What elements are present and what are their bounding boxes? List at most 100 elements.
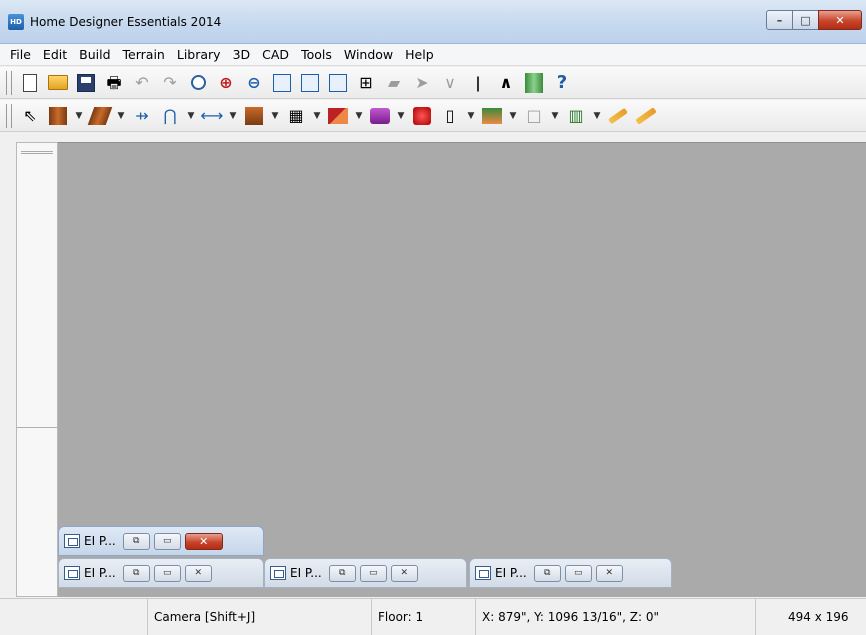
menu-terrain[interactable]: Terrain bbox=[117, 45, 171, 65]
break-wall-icon[interactable]: ⇸ bbox=[130, 104, 154, 128]
library-icon[interactable] bbox=[522, 71, 546, 95]
pencil-tool-icon[interactable] bbox=[634, 104, 658, 128]
mdi-tab[interactable]: EI P... ⧉ ▭ ✕ bbox=[469, 558, 672, 588]
restore-button[interactable]: ⧉ bbox=[122, 564, 150, 582]
app-window: HD Home Designer Essentials 2014 – □ ✕ F… bbox=[0, 0, 866, 635]
menu-help[interactable]: Help bbox=[399, 45, 440, 65]
left-tool-strip bbox=[16, 142, 58, 597]
wall-hide-icon[interactable]: ▰ bbox=[382, 71, 406, 95]
app-logo-icon: HD bbox=[8, 14, 24, 30]
cabinet-tool-icon[interactable] bbox=[242, 104, 266, 128]
chevron-down-icon[interactable]: ▼ bbox=[592, 111, 602, 121]
save-icon[interactable] bbox=[74, 71, 98, 95]
menu-tools[interactable]: Tools bbox=[295, 45, 338, 65]
select-objects-icon[interactable]: ⇖ bbox=[18, 104, 42, 128]
fill-window-icon[interactable] bbox=[298, 71, 322, 95]
dimension-tool-icon[interactable]: ⟷ bbox=[200, 104, 224, 128]
minimize-button[interactable]: – bbox=[766, 10, 793, 30]
build-toolbar: ⇖ ▼ ▼ ⇸ ⋂ ▼ ⟷ ▼ ▼ ▦ ▼ ▼ ▼ ▯ ▼ ▼ □ ▼ ▥ ▼ bbox=[0, 100, 866, 132]
mdi-tab[interactable]: EI P... ⧉ ▭ ✕ bbox=[264, 558, 467, 588]
fill-window-all-icon[interactable] bbox=[326, 71, 350, 95]
window-tool-icon[interactable]: ▦ bbox=[284, 104, 308, 128]
close-button[interactable]: ✕ bbox=[184, 564, 212, 582]
chevron-down-icon[interactable]: ▼ bbox=[270, 111, 280, 121]
menu-library[interactable]: Library bbox=[171, 45, 227, 65]
close-button[interactable]: ✕ bbox=[390, 564, 418, 582]
chevron-down-icon[interactable]: ▼ bbox=[74, 111, 84, 121]
pan-icon[interactable]: ⊞ bbox=[354, 71, 378, 95]
box-tool-icon[interactable]: □ bbox=[522, 104, 546, 128]
title-bar[interactable]: HD Home Designer Essentials 2014 – □ ✕ bbox=[0, 0, 866, 44]
maximize-button[interactable]: ▭ bbox=[564, 564, 592, 582]
close-button[interactable]: ✕ bbox=[595, 564, 623, 582]
undo-icon[interactable]: ↶ bbox=[130, 71, 154, 95]
new-document-icon[interactable] bbox=[18, 71, 42, 95]
menu-window[interactable]: Window bbox=[338, 45, 399, 65]
menu-edit[interactable]: Edit bbox=[37, 45, 73, 65]
redo-icon[interactable]: ↷ bbox=[158, 71, 182, 95]
status-coordinates: X: 879", Y: 1096 13/16", Z: 0" bbox=[476, 599, 756, 635]
chevron-down-icon[interactable]: ▼ bbox=[396, 111, 406, 121]
up-floor-icon[interactable]: ǀ bbox=[466, 71, 490, 95]
restore-button[interactable]: ⧉ bbox=[122, 532, 150, 550]
fence-tool-icon[interactable]: ▥ bbox=[564, 104, 588, 128]
maximize-button[interactable]: □ bbox=[792, 10, 819, 30]
menu-build[interactable]: Build bbox=[73, 45, 116, 65]
mdi-tab-label: EI P... bbox=[84, 566, 116, 580]
status-mode: Camera [Shift+J] bbox=[148, 599, 372, 635]
chevron-down-icon[interactable]: ▼ bbox=[228, 111, 238, 121]
up-arrow-icon[interactable]: ∧ bbox=[494, 71, 518, 95]
rail-tool-icon[interactable] bbox=[87, 104, 113, 128]
restore-button[interactable]: ⧉ bbox=[328, 564, 356, 582]
restore-button[interactable]: ⧉ bbox=[533, 564, 561, 582]
door-tool-icon[interactable]: ▯ bbox=[438, 104, 462, 128]
chevron-down-icon[interactable]: ▼ bbox=[116, 111, 126, 121]
roof-tool-icon[interactable] bbox=[480, 104, 504, 128]
camera-view-icon bbox=[270, 566, 286, 580]
wall-tool-icon[interactable] bbox=[46, 104, 70, 128]
camera-view-icon bbox=[64, 566, 80, 580]
menu-3d[interactable]: 3D bbox=[227, 45, 257, 65]
text-tool-icon[interactable] bbox=[606, 104, 630, 128]
status-size: 494 x 196 bbox=[788, 610, 849, 624]
help-icon[interactable]: ? bbox=[550, 71, 574, 95]
close-button[interactable]: ✕ bbox=[818, 10, 862, 30]
menu-file[interactable]: File bbox=[4, 45, 37, 65]
mdi-tab-label: EI P... bbox=[495, 566, 527, 580]
status-floor: Floor: 1 bbox=[372, 599, 476, 635]
toolbar-grip[interactable] bbox=[6, 70, 12, 95]
chevron-down-icon[interactable]: ▼ bbox=[508, 111, 518, 121]
open-folder-icon[interactable] bbox=[46, 71, 70, 95]
chevron-down-icon[interactable]: ▼ bbox=[550, 111, 560, 121]
maximize-button[interactable]: ▭ bbox=[153, 532, 181, 550]
down-arrow-icon[interactable]: ∨ bbox=[438, 71, 462, 95]
mdi-tab[interactable]: EI P... ⧉ ▭ ✕ bbox=[58, 558, 264, 588]
zoom-icon[interactable] bbox=[186, 71, 210, 95]
arc-tool-icon[interactable]: ⋂ bbox=[158, 104, 182, 128]
chevron-down-icon[interactable]: ▼ bbox=[466, 111, 476, 121]
menu-cad[interactable]: CAD bbox=[256, 45, 295, 65]
chevron-down-icon[interactable]: ▼ bbox=[312, 111, 322, 121]
maximize-button[interactable]: ▭ bbox=[359, 564, 387, 582]
close-button[interactable]: ✕ bbox=[184, 532, 223, 550]
maximize-button[interactable]: ▭ bbox=[153, 564, 181, 582]
fireplace-tool-icon[interactable] bbox=[410, 104, 434, 128]
window-controls: – □ ✕ bbox=[766, 10, 862, 30]
chevron-down-icon[interactable]: ▼ bbox=[354, 111, 364, 121]
strip-divider bbox=[17, 427, 57, 428]
print-icon[interactable]: 🖶 bbox=[102, 71, 126, 95]
status-spacer bbox=[0, 599, 148, 635]
stair-tool-icon[interactable] bbox=[368, 104, 392, 128]
toolbar-grip[interactable] bbox=[6, 103, 12, 128]
strip-grip[interactable] bbox=[21, 151, 53, 154]
menu-bar: File Edit Build Terrain Library 3D CAD T… bbox=[0, 44, 866, 66]
zoom-in-icon[interactable]: ⊕ bbox=[214, 71, 238, 95]
chevron-down-icon[interactable]: ▼ bbox=[186, 111, 196, 121]
standard-toolbar: 🖶 ↶ ↷ ⊕ ⊖ ⊞ ▰ ➤ ∨ ǀ ∧ ? bbox=[0, 67, 866, 99]
mdi-tab-active[interactable]: EI P... ⧉ ▭ ✕ bbox=[58, 526, 264, 556]
zoom-box-icon[interactable] bbox=[270, 71, 294, 95]
zoom-out-icon[interactable]: ⊖ bbox=[242, 71, 266, 95]
room-tool-icon[interactable] bbox=[326, 104, 350, 128]
camera-icon[interactable]: ➤ bbox=[410, 71, 434, 95]
window-title: Home Designer Essentials 2014 bbox=[30, 15, 222, 29]
